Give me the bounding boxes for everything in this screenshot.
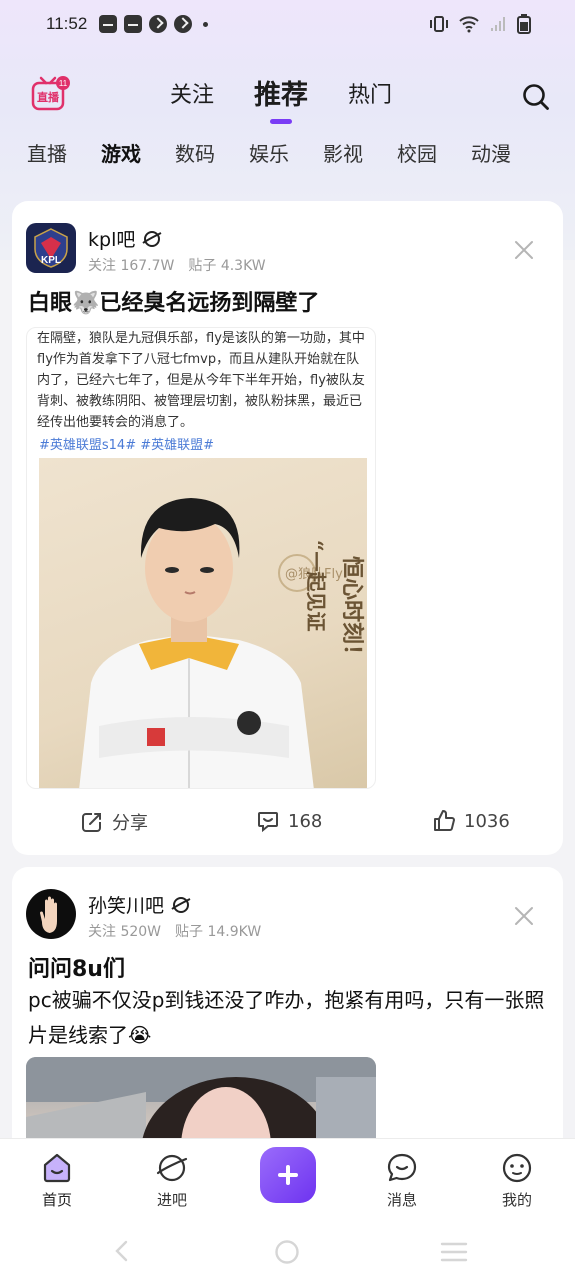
planet-icon <box>171 896 191 913</box>
system-nav-bar <box>0 1236 575 1266</box>
bar-name-text: kpl吧 <box>88 229 136 251</box>
like-count: 1036 <box>464 810 510 832</box>
status-time: 11:52 <box>46 14 88 33</box>
category-tabs: 直播 游戏 数码 娱乐 影视 校园 动漫 <box>27 138 511 167</box>
nav-profile-label: 我的 <box>501 1191 532 1209</box>
live-logo-button[interactable]: 11 直播 <box>30 74 70 114</box>
bar-stats: 关注 520W 贴子 14.9KW <box>88 921 261 941</box>
bar-stats: 关注 167.7W 贴子 4.3KW <box>88 255 266 275</box>
planet-icon <box>156 1154 188 1182</box>
search-icon <box>523 84 549 110</box>
category-tab-digital[interactable]: 数码 <box>175 138 215 167</box>
nav-home[interactable]: 首页 <box>17 1151 97 1210</box>
home-circle-icon[interactable] <box>274 1239 300 1265</box>
nav-bars[interactable]: 进吧 <box>132 1151 212 1210</box>
comment-button[interactable]: 168 <box>256 809 322 833</box>
bar-post-count: 贴子 4.3KW <box>188 258 266 274</box>
comment-count: 168 <box>288 810 323 832</box>
post-actions: 分享 168 1036 <box>12 805 563 841</box>
menu-icon[interactable] <box>440 1241 468 1263</box>
svg-text:KPL: KPL <box>41 255 61 266</box>
bar-name[interactable]: kpl吧 <box>88 225 163 252</box>
signal-icon <box>491 17 505 31</box>
nav-messages-label: 消息 <box>386 1191 417 1209</box>
category-tab-campus[interactable]: 校园 <box>397 138 437 167</box>
player-portrait: @狼队Fly “一起见证 恒心时刻！ <box>79 498 365 788</box>
photo-caption-line-1: “一起见证 <box>304 540 328 632</box>
category-tab-anime[interactable]: 动漫 <box>471 138 511 167</box>
share-icon <box>82 813 101 832</box>
message-icon <box>387 1153 417 1182</box>
close-icon <box>515 241 533 259</box>
dismiss-post-button[interactable] <box>513 239 535 261</box>
share-label: 分享 <box>112 813 148 834</box>
post-image[interactable]: 在隔壁，狼队是九冠俱乐部，fly是该队的第一功勋，其中fly作为首发拿下了八冠七… <box>26 327 376 789</box>
nav-bars-label: 进吧 <box>156 1191 187 1209</box>
system-icons <box>429 14 531 34</box>
comment-icon <box>258 812 278 833</box>
bar-name[interactable]: 孙笑川吧 <box>88 891 192 918</box>
tab-hot[interactable]: 热门 <box>348 76 392 116</box>
profile-face-icon <box>502 1153 532 1183</box>
post-title[interactable]: 问问8u们 <box>28 951 125 983</box>
thumbs-up-icon <box>434 810 455 831</box>
post-title[interactable]: 白眼🐺已经臭名远扬到隔壁了 <box>28 285 319 317</box>
category-tab-games[interactable]: 游戏 <box>101 138 141 167</box>
post-card[interactable]: KPL kpl吧 关注 167.7W 贴子 4.3KW 白眼🐺已经臭名远扬到隔壁… <box>12 201 563 855</box>
dismiss-post-button[interactable] <box>513 905 535 927</box>
search-button[interactable] <box>521 82 551 112</box>
category-tab-live[interactable]: 直播 <box>27 138 67 167</box>
notification-icon <box>99 15 118 33</box>
category-tab-entertainment[interactable]: 娱乐 <box>249 138 289 167</box>
player-photo: @狼队Fly “一起见证 恒心时刻！ <box>39 458 367 788</box>
photo-caption-line-2: 恒心时刻！ <box>339 556 365 666</box>
post-card[interactable]: 孙笑川吧 关注 520W 贴子 14.9KW 问问8u们 pc被骗不仅没p到钱还… <box>12 867 563 1167</box>
home-icon <box>43 1153 71 1183</box>
svg-text:11: 11 <box>59 79 68 88</box>
app-header: 11 直播 关注 推荐 热门 <box>0 68 575 128</box>
main-tabs: 关注 推荐 热门 <box>170 76 392 116</box>
planet-icon <box>142 230 162 247</box>
notification-icon <box>149 15 168 33</box>
image-text: 在隔壁，狼队是九冠俱乐部，fly是该队的第一功勋，其中fly作为首发拿下了八冠七… <box>37 331 365 430</box>
create-post-button[interactable] <box>260 1147 316 1203</box>
bar-followers: 关注 167.7W <box>88 258 175 274</box>
tab-following[interactable]: 关注 <box>170 76 214 116</box>
battery-icon <box>517 14 531 34</box>
bar-followers: 关注 520W <box>88 924 162 940</box>
image-tags: #英雄联盟s14# #英雄联盟# <box>39 438 215 453</box>
bar-name-text: 孙笑川吧 <box>88 895 165 917</box>
bar-avatar[interactable]: KPL <box>26 223 76 273</box>
tab-recommended[interactable]: 推荐 <box>254 76 308 116</box>
back-icon[interactable] <box>112 1240 132 1262</box>
hand-logo-icon <box>26 889 76 939</box>
vibrate-icon <box>430 16 448 32</box>
bar-avatar[interactable] <box>26 889 76 939</box>
kpl-logo-icon: KPL <box>26 223 76 273</box>
nav-home-label: 首页 <box>41 1191 72 1209</box>
close-icon <box>515 907 533 925</box>
bar-post-count: 贴子 14.9KW <box>175 924 262 940</box>
post-body[interactable]: pc被骗不仅没p到钱还没了咋办，抱紧有用吗，只有一张照片是线索了😭 <box>28 983 548 1053</box>
nav-messages[interactable]: 消息 <box>362 1151 442 1210</box>
more-notifications-icon <box>203 21 209 27</box>
like-button[interactable]: 1036 <box>432 809 510 833</box>
notification-icon <box>174 15 193 33</box>
notification-icon <box>124 15 143 33</box>
status-bar: 11:52 <box>0 0 575 48</box>
live-logo-icon: 11 直播 <box>31 76 70 111</box>
live-logo-text: 直播 <box>37 90 60 104</box>
nav-profile[interactable]: 我的 <box>477 1151 557 1210</box>
category-tab-film[interactable]: 影视 <box>323 138 363 167</box>
share-button[interactable]: 分享 <box>80 809 148 835</box>
notification-icons <box>99 15 209 33</box>
wifi-icon <box>459 16 479 33</box>
